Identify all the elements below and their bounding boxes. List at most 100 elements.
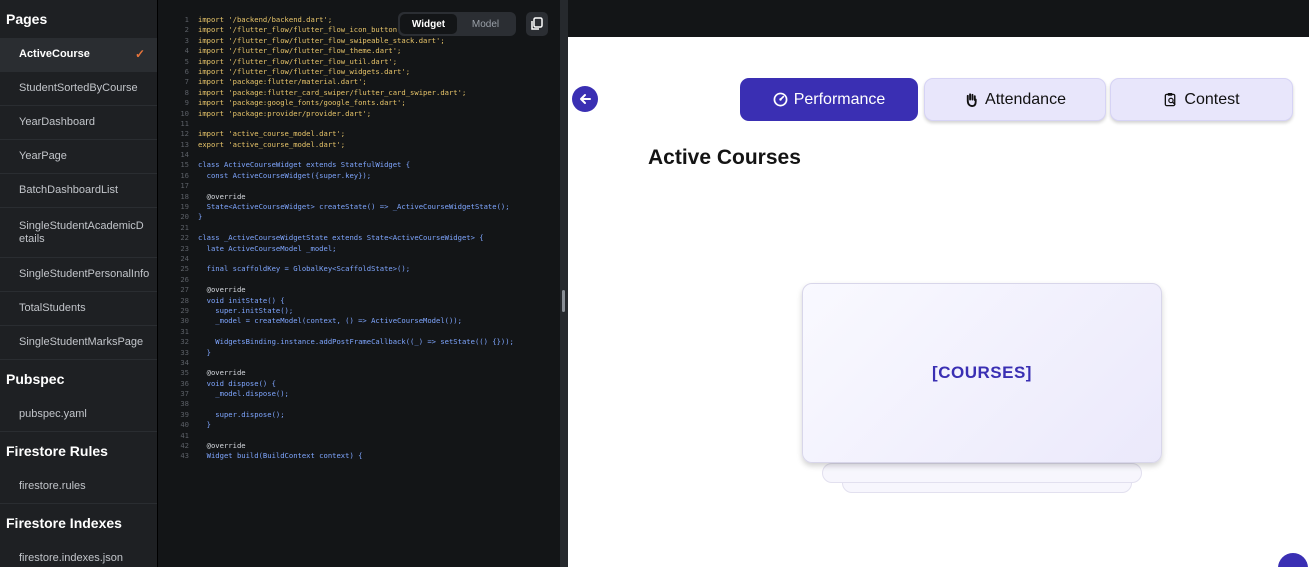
firestore-rules-section-title: Firestore Rules bbox=[0, 432, 157, 470]
code-line: 32 WidgetsBinding.instance.addPostFrameC… bbox=[158, 337, 560, 347]
code-viewer[interactable]: 1 import '/backend/backend.dart'; 2 import … bbox=[157, 0, 560, 567]
back-button[interactable] bbox=[572, 86, 598, 112]
code-line: 9 import 'package:google_fonts/google_fon… bbox=[158, 98, 560, 108]
code-line: 24 bbox=[158, 254, 560, 264]
tab-performance[interactable]: Performance bbox=[740, 78, 918, 121]
page-item-label: YearDashboard bbox=[19, 116, 96, 128]
widget-toggle-button[interactable]: Widget bbox=[400, 14, 457, 34]
code-text: import '/flutter_flow/flutter_flow_swipe… bbox=[198, 35, 445, 45]
code-text: class _ActiveCourseWidgetState extends S… bbox=[198, 233, 484, 243]
line-number: 24 bbox=[180, 253, 189, 263]
code-text: const ActiveCourseWidget({super.key}); bbox=[198, 170, 372, 180]
code-line: 13 export 'active_course_model.dart'; bbox=[158, 140, 560, 150]
page-item-active-course[interactable]: ActiveCourse ✓ bbox=[0, 38, 157, 72]
code-line: 23 late ActiveCourseModel _model; bbox=[158, 244, 560, 254]
file-item-firestore-rules[interactable]: firestore.rules bbox=[0, 470, 157, 504]
line-number: 20 bbox=[180, 212, 189, 222]
code-text: WidgetsBinding.instance.addPostFrameCall… bbox=[198, 337, 514, 347]
line-number: 22 bbox=[180, 233, 189, 243]
code-line: 37 _model.dispose(); bbox=[158, 389, 560, 399]
code-line: 38 bbox=[158, 399, 560, 409]
line-number: 31 bbox=[180, 326, 189, 336]
code-line: 34 bbox=[158, 358, 560, 368]
tab-attendance[interactable]: Attendance bbox=[924, 78, 1106, 121]
model-toggle-button[interactable]: Model bbox=[457, 14, 514, 34]
line-number: 37 bbox=[180, 389, 189, 399]
code-text: import '/flutter_flow/flutter_flow_util.… bbox=[198, 56, 398, 66]
resize-handle[interactable] bbox=[562, 290, 565, 312]
code-line: 11 bbox=[158, 119, 560, 129]
line-number: 25 bbox=[180, 264, 189, 274]
code-line: 26 bbox=[158, 275, 560, 285]
line-number: 29 bbox=[180, 305, 189, 315]
code-text: class ActiveCourseWidget extends Statefu… bbox=[198, 160, 411, 170]
clipboard-search-icon bbox=[1165, 92, 1177, 107]
page-item-label: YearPage bbox=[19, 150, 67, 162]
file-item-firestore-indexes[interactable]: firestore.indexes.json bbox=[0, 542, 157, 567]
code-line: 35 @override bbox=[158, 368, 560, 378]
code-line: 25 final scaffoldKey = GlobalKey<Scaffol… bbox=[158, 264, 560, 274]
code-text: import 'package:flutter_card_swiper/flut… bbox=[198, 87, 467, 97]
app-preview: Performance Attendance Contest Active Co… bbox=[568, 37, 1309, 567]
code-text: _model.dispose(); bbox=[198, 389, 289, 399]
code-line: 14 bbox=[158, 150, 560, 160]
line-number: 18 bbox=[180, 191, 189, 201]
line-number: 6 bbox=[184, 66, 189, 76]
code-line: 41 bbox=[158, 431, 560, 441]
page-item-label: SingleStudentMarksPage bbox=[19, 336, 144, 348]
page-item-single-student-academic-details[interactable]: SingleStudentAcademicDetails bbox=[0, 208, 157, 258]
page-item-year-page[interactable]: YearPage bbox=[0, 140, 157, 174]
page-item-single-student-personal-info[interactable]: SingleStudentPersonalInfo bbox=[0, 258, 157, 292]
page-item-label: StudentSortedByCourse bbox=[19, 82, 138, 94]
file-item-label: firestore.indexes.json bbox=[19, 552, 123, 564]
code-line: 19 State<ActiveCourseWidget> createState… bbox=[158, 202, 560, 212]
code-line: 18 @override bbox=[158, 192, 560, 202]
chat-bubble-icon[interactable] bbox=[1278, 553, 1308, 567]
line-number: 15 bbox=[180, 160, 189, 170]
line-number: 21 bbox=[180, 222, 189, 232]
code-lines: 1 import '/backend/backend.dart'; 2 import … bbox=[158, 15, 560, 462]
copy-code-button[interactable] bbox=[526, 12, 548, 36]
code-text: export 'active_course_model.dart'; bbox=[198, 139, 346, 149]
hand-icon bbox=[966, 93, 977, 107]
line-number: 2 bbox=[184, 25, 189, 35]
code-text: super.dispose(); bbox=[198, 409, 285, 419]
code-line: 31 bbox=[158, 327, 560, 337]
code-line: 21 bbox=[158, 223, 560, 233]
line-number: 34 bbox=[180, 357, 189, 367]
code-line: 43 Widget build(BuildContext context) { bbox=[158, 451, 560, 461]
page-item-batch-dashboard-list[interactable]: BatchDashboardList bbox=[0, 174, 157, 208]
code-line: 20} bbox=[158, 212, 560, 222]
line-number: 30 bbox=[180, 316, 189, 326]
code-line: 36 void dispose() { bbox=[158, 379, 560, 389]
line-number: 43 bbox=[180, 451, 189, 461]
pubspec-section-title: Pubspec bbox=[0, 360, 157, 398]
line-number: 19 bbox=[180, 202, 189, 212]
page-item-student-sorted-by-course[interactable]: StudentSortedByCourse bbox=[0, 72, 157, 106]
code-line: 4 import '/flutter_flow/flutter_flow_them… bbox=[158, 46, 560, 56]
code-text: void initState() { bbox=[198, 295, 285, 305]
code-text: final scaffoldKey = GlobalKey<ScaffoldSt… bbox=[198, 264, 411, 274]
code-text: import 'active_course_model.dart'; bbox=[198, 129, 346, 139]
pages-section-title: Pages bbox=[0, 0, 157, 38]
page-item-year-dashboard[interactable]: YearDashboard bbox=[0, 106, 157, 140]
code-text: import '/flutter_flow/flutter_flow_icon_… bbox=[198, 25, 428, 35]
firestore-indexes-section-title: Firestore Indexes bbox=[0, 504, 157, 542]
code-line: 16 const ActiveCourseWidget({super.key})… bbox=[158, 171, 560, 181]
page-item-single-student-marks-page[interactable]: SingleStudentMarksPage bbox=[0, 326, 157, 360]
code-text: import 'package:google_fonts/google_font… bbox=[198, 98, 406, 108]
code-text: import '/flutter_flow/flutter_flow_widge… bbox=[198, 66, 411, 76]
tab-contest[interactable]: Contest bbox=[1110, 78, 1293, 121]
tab-label: Attendance bbox=[985, 90, 1066, 108]
page-title: Active Courses bbox=[648, 146, 801, 169]
swipeable-course-card[interactable]: [COURSES] bbox=[802, 283, 1162, 463]
code-text: } bbox=[198, 212, 203, 222]
line-number: 14 bbox=[180, 150, 189, 160]
code-line: 15 class ActiveCourseWidget extends State… bbox=[158, 160, 560, 170]
code-line: 30 _model = createModel(context, () => A… bbox=[158, 316, 560, 326]
code-line: 5 import '/flutter_flow/flutter_flow_util… bbox=[158, 57, 560, 67]
file-item-pubspec[interactable]: pubspec.yaml bbox=[0, 398, 157, 432]
line-number: 11 bbox=[180, 118, 189, 128]
page-item-total-students[interactable]: TotalStudents bbox=[0, 292, 157, 326]
line-number: 5 bbox=[184, 56, 189, 66]
